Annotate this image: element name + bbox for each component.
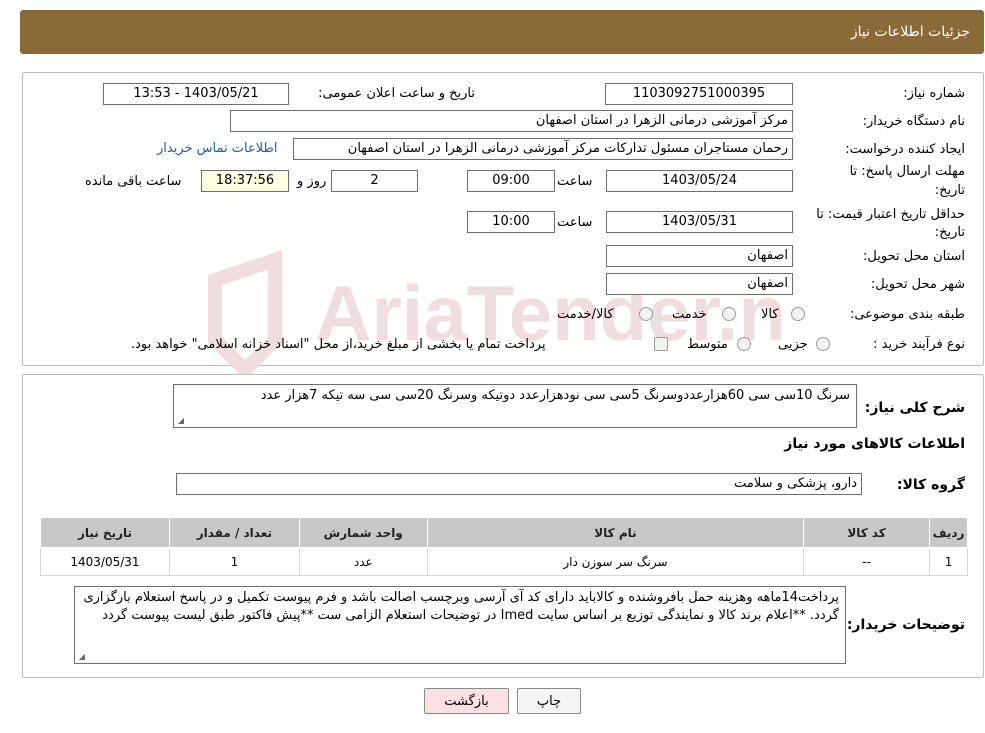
page-title: جزئیات اطلاعات نیاز [850,24,970,40]
process-note: پرداخت تمام یا بخشی از مبلغ خرید،از محل … [131,337,546,352]
goods-table: ردیف کد کالا نام کالا واحد شمارش تعداد /… [40,517,968,576]
resize-grip-icon[interactable]: ◢ [77,653,85,661]
city-field: اصفهان [606,273,793,295]
cell-code: -- [803,547,931,576]
category-goods-service-label: کالا/خدمت [557,307,614,322]
table-row: 1 -- سرنگ سر سوزن دار عدد 1 1403/05/31 [40,547,968,576]
creator-label: ایجاد کننده درخواست: [845,142,965,157]
province-field: اصفهان [606,245,793,267]
announce-field: 1403/05/21 - 13:53 [103,83,289,105]
goods-group-field: دارو، پزشکی و سلامت [176,473,862,495]
buyer-org-label: نام دستگاه خریدار: [862,114,965,129]
cell-date: 1403/05/31 [40,547,170,576]
process-medium-label: متوسط [687,337,728,352]
cell-qty: 1 [168,547,300,576]
category-service-radio[interactable] [722,307,736,321]
validity-time-label: ساعت [557,215,593,230]
category-label: طبقه بندی موضوعی: [849,307,965,322]
city-label: شهر محل تحویل: [870,277,965,292]
deadline-date-field: 1403/05/24 [606,170,793,192]
validity-date-field: 1403/05/31 [606,211,793,233]
summary-text: سرنگ 10سی سی 60هزارعددوسرنگ 5سی سی نودهز… [260,388,850,403]
back-button[interactable]: بازگشت [424,688,509,714]
category-goods-radio[interactable] [791,307,805,321]
province-label: استان محل تحویل: [863,249,965,264]
print-button[interactable]: چاپ [517,688,581,714]
deadline-time-label: ساعت [557,174,593,189]
cell-name: سرنگ سر سوزن دار [426,547,805,576]
goods-info-title: اطلاعات کالاهای مورد نیاز [784,436,965,452]
buyer-notes-label: توضیحات خریدار: [846,617,965,633]
process-label: نوع فرآیند خرید : [873,337,965,352]
deadline-time-field: 09:00 [467,170,555,192]
summary-label: شرح کلی نیاز: [864,400,965,416]
col-qty: تعداد / مقدار [168,517,300,548]
process-minor-label: جزیی [778,337,808,352]
summary-textarea: سرنگ 10سی سی 60هزارعددوسرنگ 5سی سی نودهز… [173,384,857,428]
deadline-label-line2: تاریخ: [934,183,965,198]
col-name: نام کالا [426,517,805,548]
page-header: جزئیات اطلاعات نیاز [20,10,984,54]
need-number-label: شماره نیاز: [903,86,965,101]
col-code: کد کالا [803,517,931,548]
col-date: تاریخ نیاز [40,517,170,548]
remaining-label: ساعت باقی مانده [85,174,182,189]
validity-time-field: 10:00 [467,211,555,233]
buyer-notes-textarea: پرداخت14ماهه وهزینه حمل بافروشنده و کالا… [74,586,846,664]
process-minor-radio[interactable] [816,337,830,351]
category-service-label: خدمت [672,307,707,322]
col-unit: واحد شمارش [298,517,428,548]
resize-grip-icon[interactable]: ◢ [176,417,184,425]
announce-label: تاریخ و ساعت اعلان عمومی: [318,86,475,101]
contact-buyer-link[interactable]: اطلاعات تماس خریدار [157,141,277,156]
treasury-checkbox[interactable] [654,337,668,351]
category-goods-service-radio[interactable] [639,307,653,321]
cell-row: 1 [929,547,968,576]
process-medium-radio[interactable] [737,337,751,351]
creator-field: رحمان مستاجران مسئول تدارکات مرکز آموزشی… [293,138,793,160]
category-goods-label: کالا [761,307,779,322]
validity-label-line1: حداقل تاریخ اعتبار قیمت: تا [816,207,965,222]
table-header-row: ردیف کد کالا نام کالا واحد شمارش تعداد /… [40,517,968,548]
col-row: ردیف [929,517,968,548]
buyer-notes-text: پرداخت14ماهه وهزینه حمل بافروشنده و کالا… [83,590,839,623]
need-number-field: 1103092751000395 [605,83,793,105]
goods-group-label: گروه کالا: [896,477,965,493]
days-label: روز و [297,174,327,189]
cell-unit: عدد [298,547,428,576]
validity-label-line2: تاریخ: [934,225,965,240]
days-field: 2 [331,170,418,192]
buyer-org-field: مرکز آموزشی درمانی الزهرا در استان اصفها… [230,110,793,132]
deadline-label-line1: مهلت ارسال پاسخ: تا [849,164,965,179]
remaining-time-field: 18:37:56 [201,170,289,192]
